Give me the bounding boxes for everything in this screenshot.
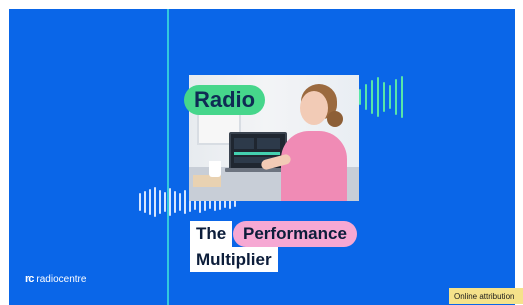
soundwave-bar bbox=[389, 85, 391, 109]
person-face bbox=[300, 91, 328, 125]
soundwave-bar bbox=[184, 190, 186, 214]
soundwave-bar bbox=[371, 80, 373, 114]
title-slide: Radio The Performance Multiplier rc radi… bbox=[9, 9, 515, 305]
soundwave-bar bbox=[179, 193, 181, 211]
soundwave-bar bbox=[139, 193, 141, 211]
soundwave-bar bbox=[159, 190, 161, 214]
vertical-divider-line bbox=[167, 9, 169, 305]
person-pink-sweater bbox=[281, 131, 347, 201]
soundwave-bar bbox=[383, 82, 385, 112]
soundwave-bar bbox=[365, 84, 367, 110]
soundwave-bar bbox=[169, 188, 171, 216]
soundwave-bar bbox=[164, 192, 166, 212]
soundwave-bar bbox=[395, 79, 397, 115]
soundwave-bar bbox=[144, 191, 146, 213]
brand-name: radiocentre bbox=[36, 273, 87, 285]
screen-panel bbox=[257, 138, 280, 149]
online-attribution-badge: Online attribution bbox=[449, 288, 523, 304]
coffee-cup bbox=[209, 161, 221, 177]
person-hair-bun bbox=[327, 111, 343, 127]
laptop-base bbox=[225, 168, 289, 172]
title-word-multiplier: Multiplier bbox=[190, 247, 278, 272]
title-word-the: The bbox=[190, 221, 233, 247]
soundwave-bar bbox=[359, 89, 361, 105]
screen-panel bbox=[234, 138, 254, 149]
soundwave-bar bbox=[401, 76, 403, 118]
soundwave-bar bbox=[154, 187, 156, 217]
title-word-performance: Performance bbox=[233, 221, 357, 247]
soundwave-bar bbox=[149, 189, 151, 215]
soundwave-bar bbox=[174, 191, 176, 213]
soundwave-bar bbox=[377, 77, 379, 117]
screen-chart-bar bbox=[234, 152, 280, 155]
radiocentre-logo-icon: rc bbox=[25, 273, 34, 285]
radiocentre-logo: rc radiocentre bbox=[25, 273, 86, 285]
video-frame: Radio The Performance Multiplier rc radi… bbox=[0, 0, 523, 305]
radio-tag: Radio bbox=[184, 85, 266, 115]
